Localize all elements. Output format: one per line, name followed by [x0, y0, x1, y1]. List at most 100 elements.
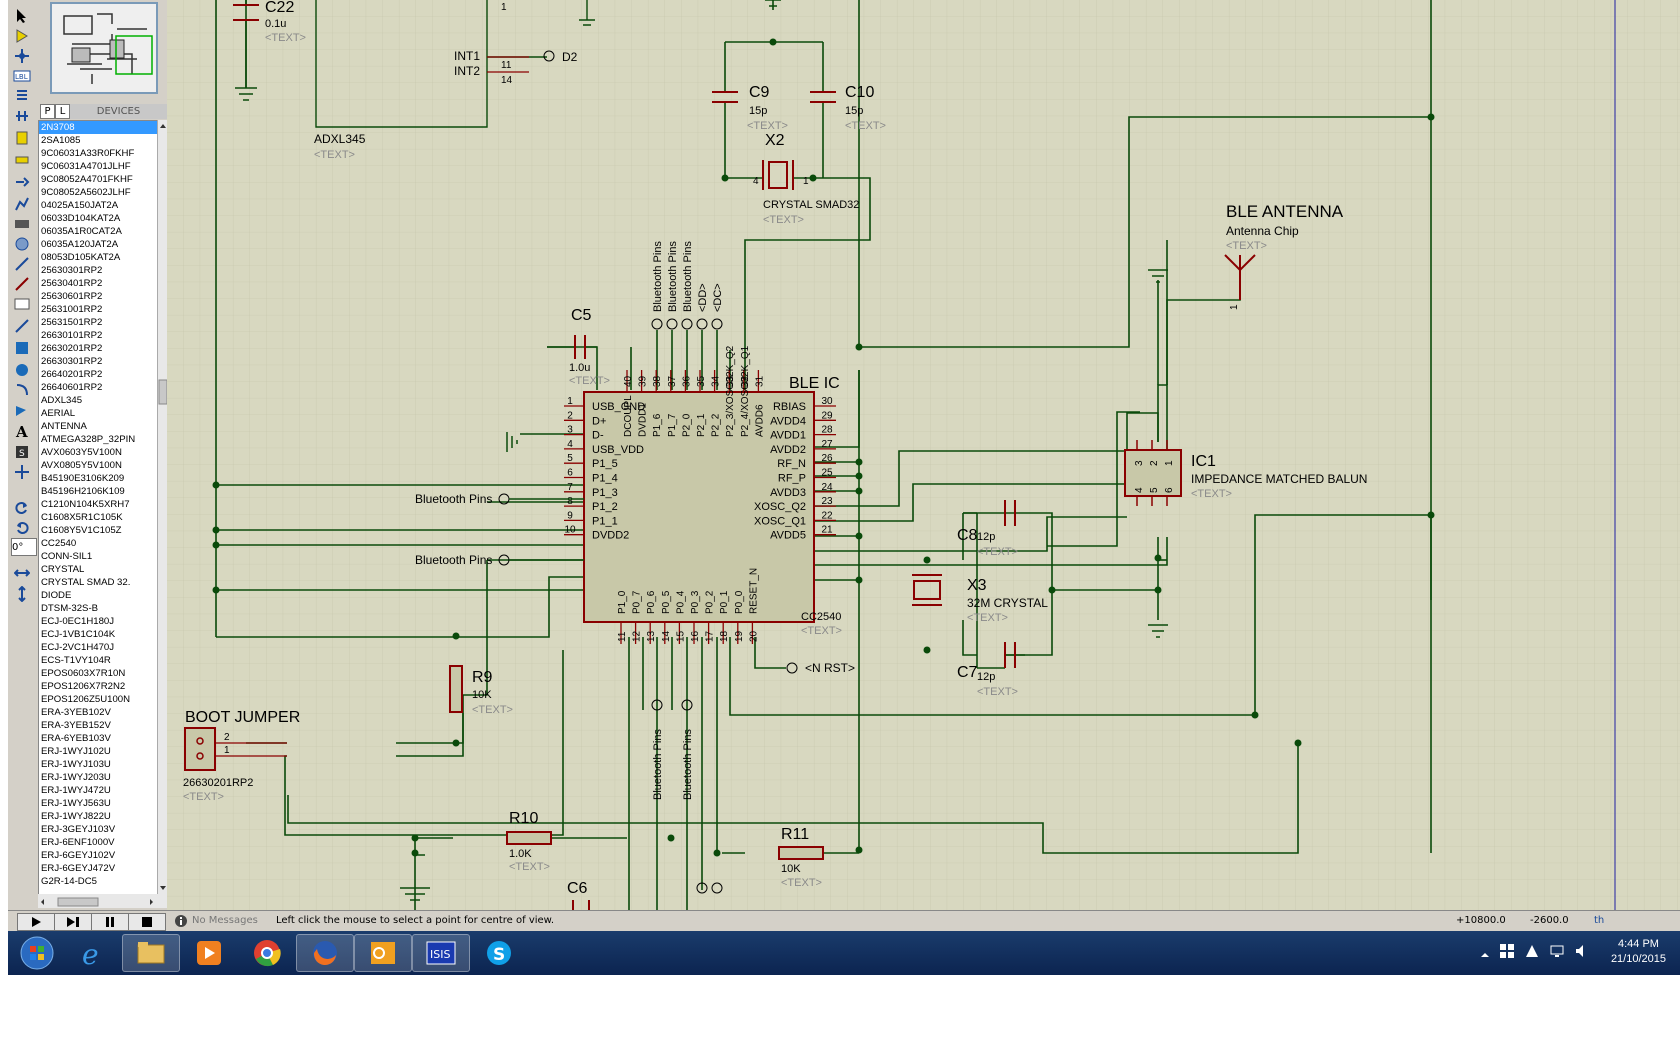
device-list-item[interactable]: EPOS1206Z5U100N — [39, 693, 157, 706]
device-list-item[interactable]: ERJ-1WYJ102U — [39, 745, 157, 758]
play-button[interactable] — [17, 913, 55, 931]
device-list-item[interactable]: 2N3708 — [39, 121, 157, 134]
device-list-item[interactable]: ECJ-1VB1C104K — [39, 628, 157, 641]
arc-icon[interactable] — [11, 380, 33, 400]
circle-icon[interactable] — [11, 360, 33, 380]
device-list-item[interactable]: ERJ-1WYJ203U — [39, 771, 157, 784]
device-list[interactable]: 2N3708 2SA1085 9C06031A33R0FKHF 9C06031A470… — [38, 120, 158, 898]
skype-icon[interactable]: S — [470, 934, 528, 972]
device-list-item[interactable]: 06033D104KAT2A — [39, 212, 157, 225]
device-list-item[interactable]: CONN-SIL1 — [39, 550, 157, 563]
device-list-item[interactable]: 06035A1R0CAT2A — [39, 225, 157, 238]
device-list-item[interactable]: 26630301RP2 — [39, 355, 157, 368]
windows-tray-icon[interactable] — [1499, 943, 1515, 963]
device-list-item[interactable]: ANTENNA — [39, 420, 157, 433]
action-center-icon[interactable] — [1524, 943, 1540, 963]
device-list-item[interactable]: 06035A120JAT2A — [39, 238, 157, 251]
taskbar-clock[interactable]: 4:44 PM 21/10/2015 — [1611, 937, 1666, 967]
volume-icon[interactable] — [1574, 943, 1590, 963]
overview-window[interactable] — [50, 2, 158, 94]
device-list-item[interactable]: C1608Y5V1C105Z — [39, 524, 157, 537]
media-player-icon[interactable] — [180, 934, 238, 972]
device-list-item[interactable]: B45196H2106K109 — [39, 485, 157, 498]
device-list-item[interactable]: CRYSTAL — [39, 563, 157, 576]
device-list-item[interactable]: ERJ-1WYJ103U — [39, 758, 157, 771]
device-list-item[interactable]: C1608X5R1C105K — [39, 511, 157, 524]
wire-label-icon[interactable]: LBL — [11, 66, 33, 86]
device-list-item[interactable]: ERJ-1WYJ563U — [39, 797, 157, 810]
device-list-item[interactable]: 9C06031A4701JLHF — [39, 160, 157, 173]
device-list-item[interactable]: ERJ-6ENF1000V — [39, 836, 157, 849]
bus-icon[interactable] — [11, 106, 33, 126]
device-list-item[interactable]: C1210N104K5XRH7 — [39, 498, 157, 511]
device-list-item[interactable]: 25630401RP2 — [39, 277, 157, 290]
device-list-item[interactable]: 25631501RP2 — [39, 316, 157, 329]
pin-icon[interactable] — [11, 172, 33, 192]
device-list-item[interactable]: 26630201RP2 — [39, 342, 157, 355]
device-list-item[interactable]: 08053D105KAT2A — [39, 251, 157, 264]
pick-devices-button[interactable]: P — [40, 104, 55, 119]
device-list-item[interactable]: 25630601RP2 — [39, 290, 157, 303]
device-list-item[interactable]: AVX0805Y5V100N — [39, 459, 157, 472]
device-list-item[interactable]: ERJ-1WYJ472U — [39, 784, 157, 797]
isis-icon[interactable]: ISIS — [412, 934, 470, 972]
device-list-item[interactable]: ERJ-6GEYJ102V — [39, 849, 157, 862]
probe-voltage-icon[interactable] — [11, 254, 33, 274]
select-icon[interactable] — [11, 6, 33, 26]
device-list-item[interactable]: 04025A150JAT2A — [39, 199, 157, 212]
device-list-item[interactable]: G2R-14-DC5 — [39, 875, 157, 888]
internet-explorer-icon[interactable]: e — [64, 934, 122, 972]
device-list-item[interactable]: ERA-3YEB152V — [39, 719, 157, 732]
rotate-cw-icon[interactable] — [11, 498, 33, 518]
device-list-item[interactable]: 9C08052A4701FKHF — [39, 173, 157, 186]
device-list-item[interactable]: ERJ-6GEYJ472V — [39, 862, 157, 875]
device-list-item[interactable]: 9C06031A33R0FKHF — [39, 147, 157, 160]
flip-h-icon[interactable] — [11, 563, 33, 583]
tape-icon[interactable] — [11, 214, 33, 234]
device-list-item[interactable]: ERA-3YEB102V — [39, 706, 157, 719]
tray-overflow-icon[interactable] — [1480, 945, 1490, 964]
symbol-icon[interactable]: S — [11, 442, 33, 462]
device-list-item[interactable]: ERJ-1WYJ822U — [39, 810, 157, 823]
device-list-item[interactable]: 25630301RP2 — [39, 264, 157, 277]
start-button[interactable] — [10, 934, 64, 972]
device-list-item[interactable]: ECS-T1VY104R — [39, 654, 157, 667]
device-list-item[interactable]: DTSM-32S-B — [39, 602, 157, 615]
device-list-item[interactable]: DIODE — [39, 589, 157, 602]
schematic-canvas[interactable]: C22 0.1u <TEXT> INT1 INT2 11 14 1 D2 ADX… — [167, 0, 1680, 910]
device-list-item[interactable]: 26640201RP2 — [39, 368, 157, 381]
device-list-item[interactable]: 25631001RP2 — [39, 303, 157, 316]
stop-button[interactable] — [128, 913, 166, 931]
device-list-item[interactable]: ECJ-2VC1H470J — [39, 641, 157, 654]
path-icon[interactable] — [11, 400, 33, 420]
device-list-item[interactable]: B45190E3106K209 — [39, 472, 157, 485]
box-icon[interactable] — [11, 338, 33, 358]
probe-current-icon[interactable] — [11, 274, 33, 294]
device-list-item[interactable]: ERA-6YEB103V — [39, 732, 157, 745]
device-list-item[interactable]: 9C08052A5602JLHF — [39, 186, 157, 199]
marker-icon[interactable] — [11, 462, 33, 482]
device-list-item[interactable]: AERIAL — [39, 407, 157, 420]
pause-button[interactable] — [91, 913, 129, 931]
outlook-icon[interactable] — [354, 934, 412, 972]
terminal-icon[interactable] — [11, 150, 33, 170]
junction-icon[interactable] — [11, 46, 33, 66]
network-icon[interactable] — [1549, 943, 1565, 963]
device-list-hscrollbar[interactable] — [38, 894, 167, 908]
step-button[interactable] — [54, 913, 92, 931]
device-list-item[interactable]: 2SA1085 — [39, 134, 157, 147]
device-list-item[interactable]: 26630101RP2 — [39, 329, 157, 342]
device-list-item[interactable]: CC2540 — [39, 537, 157, 550]
device-list-item[interactable]: ECJ-0EC1H180J — [39, 615, 157, 628]
device-list-item[interactable]: EPOS0603X7R10N — [39, 667, 157, 680]
text-script-icon[interactable] — [11, 86, 33, 106]
device-list-item[interactable]: EPOS1206X7R2N2 — [39, 680, 157, 693]
device-list-item[interactable]: AVX0603Y5V100N — [39, 446, 157, 459]
firefox-icon[interactable] — [296, 934, 354, 972]
device-list-item[interactable]: ATMEGA328P_32PIN — [39, 433, 157, 446]
device-list-item[interactable]: ERJ-3GEYJ103V — [39, 823, 157, 836]
messages-status[interactable]: No Messages — [192, 914, 258, 928]
library-manager-button[interactable]: L — [55, 104, 70, 119]
chrome-icon[interactable] — [238, 934, 296, 972]
virtual-instrument-icon[interactable] — [11, 294, 33, 314]
